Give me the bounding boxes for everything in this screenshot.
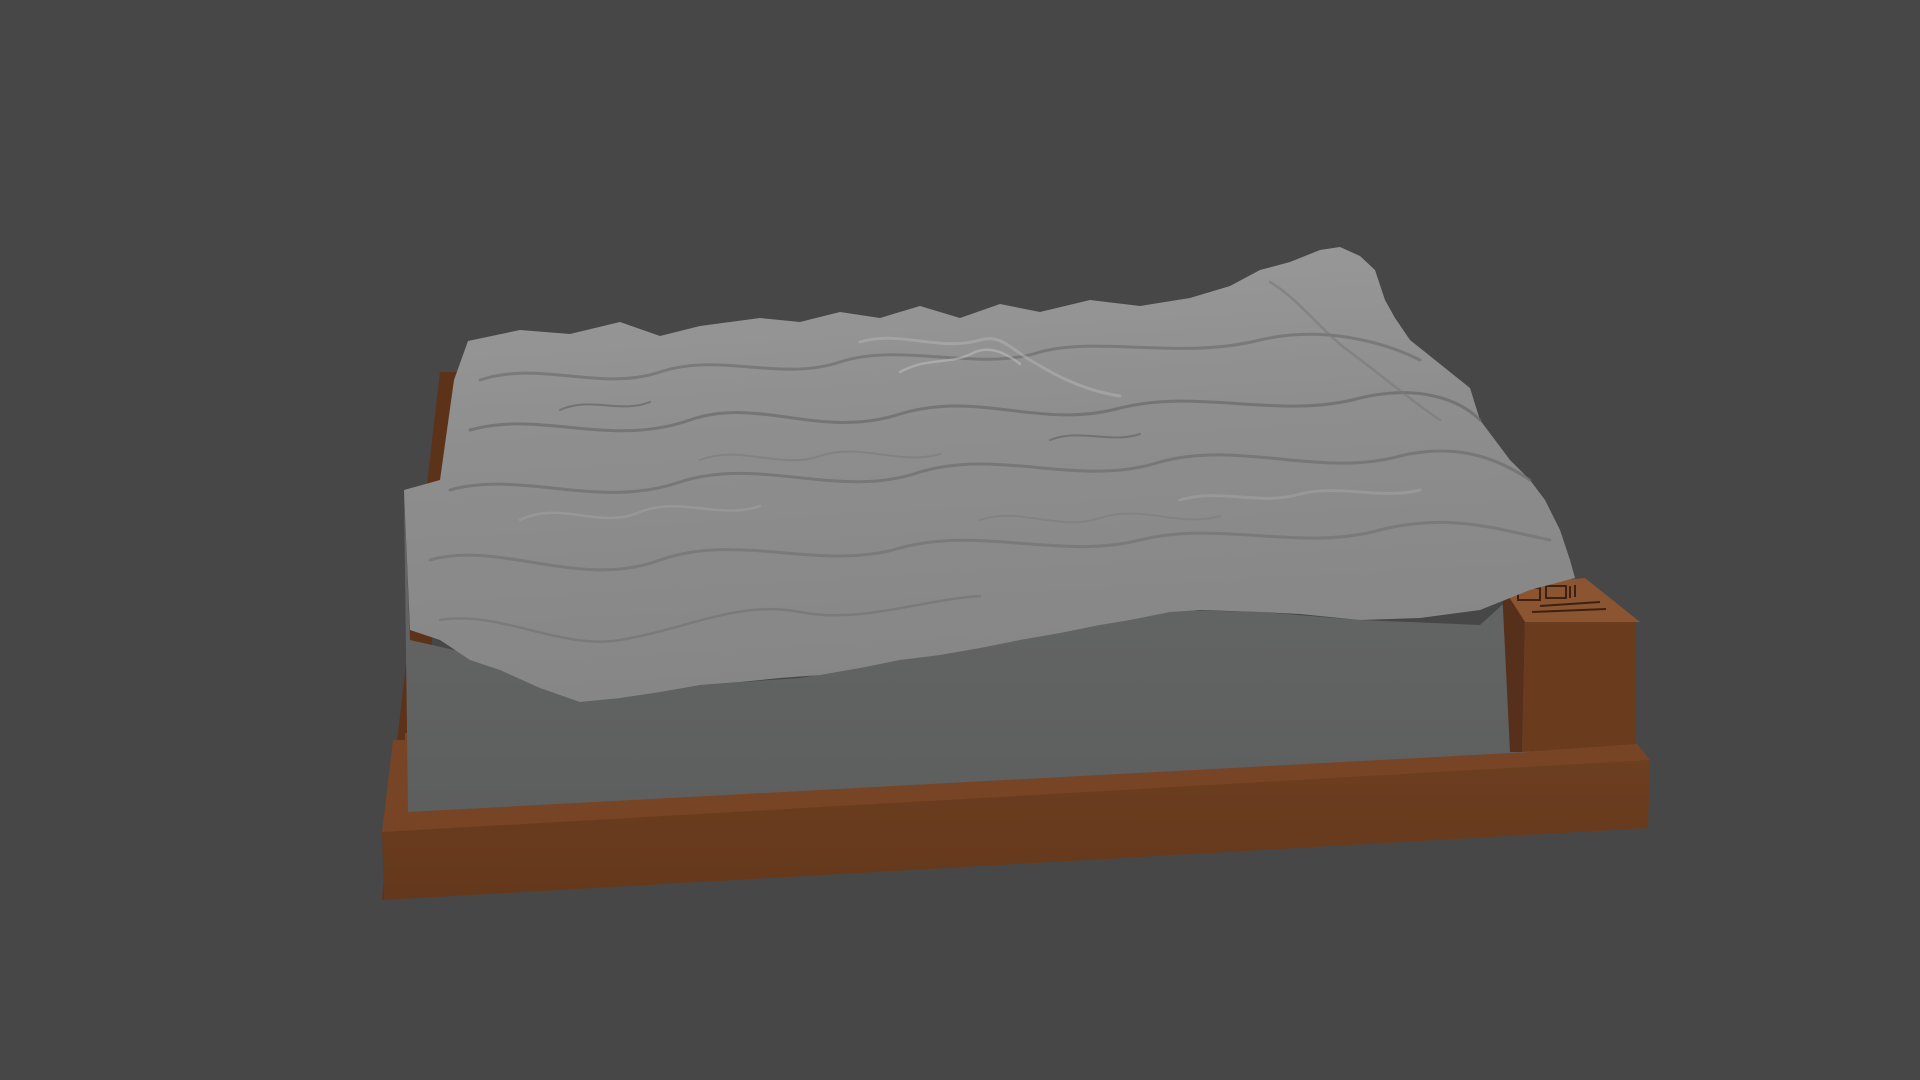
label-block-front	[1522, 618, 1636, 752]
3d-viewport[interactable]	[0, 0, 1920, 1080]
terrain-model-scene[interactable]	[0, 0, 1920, 1080]
